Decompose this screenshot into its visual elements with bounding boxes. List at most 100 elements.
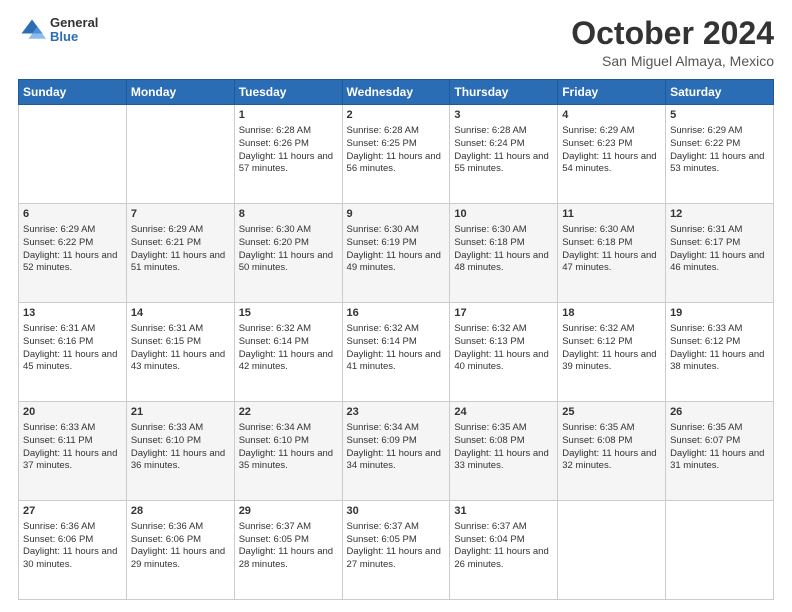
logo: General Blue <box>18 16 98 45</box>
day-number: 5 <box>670 108 769 123</box>
sunset-text: Sunset: 6:19 PM <box>347 237 446 250</box>
calendar-cell <box>126 105 234 204</box>
day-number: 10 <box>454 207 553 222</box>
sunrise-text: Sunrise: 6:33 AM <box>23 422 122 435</box>
daylight-text: Daylight: 11 hours and 51 minutes. <box>131 250 230 276</box>
sunrise-text: Sunrise: 6:36 AM <box>23 521 122 534</box>
calendar-cell <box>666 501 774 600</box>
sunrise-text: Sunrise: 6:28 AM <box>347 125 446 138</box>
sunset-text: Sunset: 6:06 PM <box>23 534 122 547</box>
sunset-text: Sunset: 6:18 PM <box>454 237 553 250</box>
sunrise-text: Sunrise: 6:29 AM <box>23 224 122 237</box>
daylight-text: Daylight: 11 hours and 35 minutes. <box>239 448 338 474</box>
daylight-text: Daylight: 11 hours and 34 minutes. <box>347 448 446 474</box>
daylight-text: Daylight: 11 hours and 31 minutes. <box>670 448 769 474</box>
sunrise-text: Sunrise: 6:33 AM <box>670 323 769 336</box>
calendar-cell: 4Sunrise: 6:29 AMSunset: 6:23 PMDaylight… <box>558 105 666 204</box>
title-area: October 2024 San Miguel Almaya, Mexico <box>571 16 774 69</box>
calendar-cell: 2Sunrise: 6:28 AMSunset: 6:25 PMDaylight… <box>342 105 450 204</box>
daylight-text: Daylight: 11 hours and 47 minutes. <box>562 250 661 276</box>
day-number: 13 <box>23 306 122 321</box>
day-number: 11 <box>562 207 661 222</box>
sunrise-text: Sunrise: 6:29 AM <box>670 125 769 138</box>
sunset-text: Sunset: 6:08 PM <box>562 435 661 448</box>
col-header-saturday: Saturday <box>666 80 774 105</box>
calendar-cell: 17Sunrise: 6:32 AMSunset: 6:13 PMDayligh… <box>450 303 558 402</box>
calendar-cell: 3Sunrise: 6:28 AMSunset: 6:24 PMDaylight… <box>450 105 558 204</box>
sunset-text: Sunset: 6:22 PM <box>670 138 769 151</box>
calendar-cell: 31Sunrise: 6:37 AMSunset: 6:04 PMDayligh… <box>450 501 558 600</box>
day-number: 7 <box>131 207 230 222</box>
day-number: 20 <box>23 405 122 420</box>
sunrise-text: Sunrise: 6:30 AM <box>239 224 338 237</box>
calendar-cell: 6Sunrise: 6:29 AMSunset: 6:22 PMDaylight… <box>19 204 127 303</box>
calendar-cell: 5Sunrise: 6:29 AMSunset: 6:22 PMDaylight… <box>666 105 774 204</box>
daylight-text: Daylight: 11 hours and 50 minutes. <box>239 250 338 276</box>
calendar-week-0: 1Sunrise: 6:28 AMSunset: 6:26 PMDaylight… <box>19 105 774 204</box>
calendar-cell: 7Sunrise: 6:29 AMSunset: 6:21 PMDaylight… <box>126 204 234 303</box>
sunrise-text: Sunrise: 6:32 AM <box>454 323 553 336</box>
calendar-cell: 19Sunrise: 6:33 AMSunset: 6:12 PMDayligh… <box>666 303 774 402</box>
calendar-cell: 16Sunrise: 6:32 AMSunset: 6:14 PMDayligh… <box>342 303 450 402</box>
day-number: 6 <box>23 207 122 222</box>
day-number: 8 <box>239 207 338 222</box>
col-header-wednesday: Wednesday <box>342 80 450 105</box>
daylight-text: Daylight: 11 hours and 26 minutes. <box>454 546 553 572</box>
daylight-text: Daylight: 11 hours and 40 minutes. <box>454 349 553 375</box>
daylight-text: Daylight: 11 hours and 33 minutes. <box>454 448 553 474</box>
daylight-text: Daylight: 11 hours and 56 minutes. <box>347 151 446 177</box>
calendar-cell: 28Sunrise: 6:36 AMSunset: 6:06 PMDayligh… <box>126 501 234 600</box>
sunrise-text: Sunrise: 6:32 AM <box>562 323 661 336</box>
calendar-week-1: 6Sunrise: 6:29 AMSunset: 6:22 PMDaylight… <box>19 204 774 303</box>
day-number: 12 <box>670 207 769 222</box>
calendar-cell: 15Sunrise: 6:32 AMSunset: 6:14 PMDayligh… <box>234 303 342 402</box>
sunset-text: Sunset: 6:12 PM <box>562 336 661 349</box>
sunset-text: Sunset: 6:20 PM <box>239 237 338 250</box>
col-header-sunday: Sunday <box>19 80 127 105</box>
sunset-text: Sunset: 6:21 PM <box>131 237 230 250</box>
sunset-text: Sunset: 6:17 PM <box>670 237 769 250</box>
daylight-text: Daylight: 11 hours and 38 minutes. <box>670 349 769 375</box>
sunset-text: Sunset: 6:08 PM <box>454 435 553 448</box>
calendar-week-4: 27Sunrise: 6:36 AMSunset: 6:06 PMDayligh… <box>19 501 774 600</box>
day-number: 2 <box>347 108 446 123</box>
sunset-text: Sunset: 6:14 PM <box>239 336 338 349</box>
daylight-text: Daylight: 11 hours and 27 minutes. <box>347 546 446 572</box>
calendar-cell: 21Sunrise: 6:33 AMSunset: 6:10 PMDayligh… <box>126 402 234 501</box>
col-header-tuesday: Tuesday <box>234 80 342 105</box>
sunrise-text: Sunrise: 6:31 AM <box>670 224 769 237</box>
day-number: 14 <box>131 306 230 321</box>
sunset-text: Sunset: 6:15 PM <box>131 336 230 349</box>
day-number: 22 <box>239 405 338 420</box>
day-number: 24 <box>454 405 553 420</box>
logo-text: General Blue <box>50 16 98 45</box>
sunrise-text: Sunrise: 6:30 AM <box>347 224 446 237</box>
sunset-text: Sunset: 6:13 PM <box>454 336 553 349</box>
day-number: 15 <box>239 306 338 321</box>
sunrise-text: Sunrise: 6:34 AM <box>347 422 446 435</box>
calendar-cell: 13Sunrise: 6:31 AMSunset: 6:16 PMDayligh… <box>19 303 127 402</box>
day-number: 28 <box>131 504 230 519</box>
daylight-text: Daylight: 11 hours and 42 minutes. <box>239 349 338 375</box>
sunrise-text: Sunrise: 6:32 AM <box>347 323 446 336</box>
sunset-text: Sunset: 6:10 PM <box>131 435 230 448</box>
sunrise-text: Sunrise: 6:29 AM <box>562 125 661 138</box>
sunrise-text: Sunrise: 6:37 AM <box>347 521 446 534</box>
day-number: 1 <box>239 108 338 123</box>
sunset-text: Sunset: 6:06 PM <box>131 534 230 547</box>
daylight-text: Daylight: 11 hours and 41 minutes. <box>347 349 446 375</box>
month-title: October 2024 <box>571 16 774 51</box>
sunset-text: Sunset: 6:18 PM <box>562 237 661 250</box>
calendar-cell: 24Sunrise: 6:35 AMSunset: 6:08 PMDayligh… <box>450 402 558 501</box>
day-number: 3 <box>454 108 553 123</box>
sunset-text: Sunset: 6:05 PM <box>239 534 338 547</box>
sunrise-text: Sunrise: 6:34 AM <box>239 422 338 435</box>
calendar-week-2: 13Sunrise: 6:31 AMSunset: 6:16 PMDayligh… <box>19 303 774 402</box>
calendar-cell: 26Sunrise: 6:35 AMSunset: 6:07 PMDayligh… <box>666 402 774 501</box>
calendar-cell: 22Sunrise: 6:34 AMSunset: 6:10 PMDayligh… <box>234 402 342 501</box>
calendar-cell: 18Sunrise: 6:32 AMSunset: 6:12 PMDayligh… <box>558 303 666 402</box>
day-number: 21 <box>131 405 230 420</box>
col-header-friday: Friday <box>558 80 666 105</box>
sunset-text: Sunset: 6:24 PM <box>454 138 553 151</box>
day-number: 31 <box>454 504 553 519</box>
